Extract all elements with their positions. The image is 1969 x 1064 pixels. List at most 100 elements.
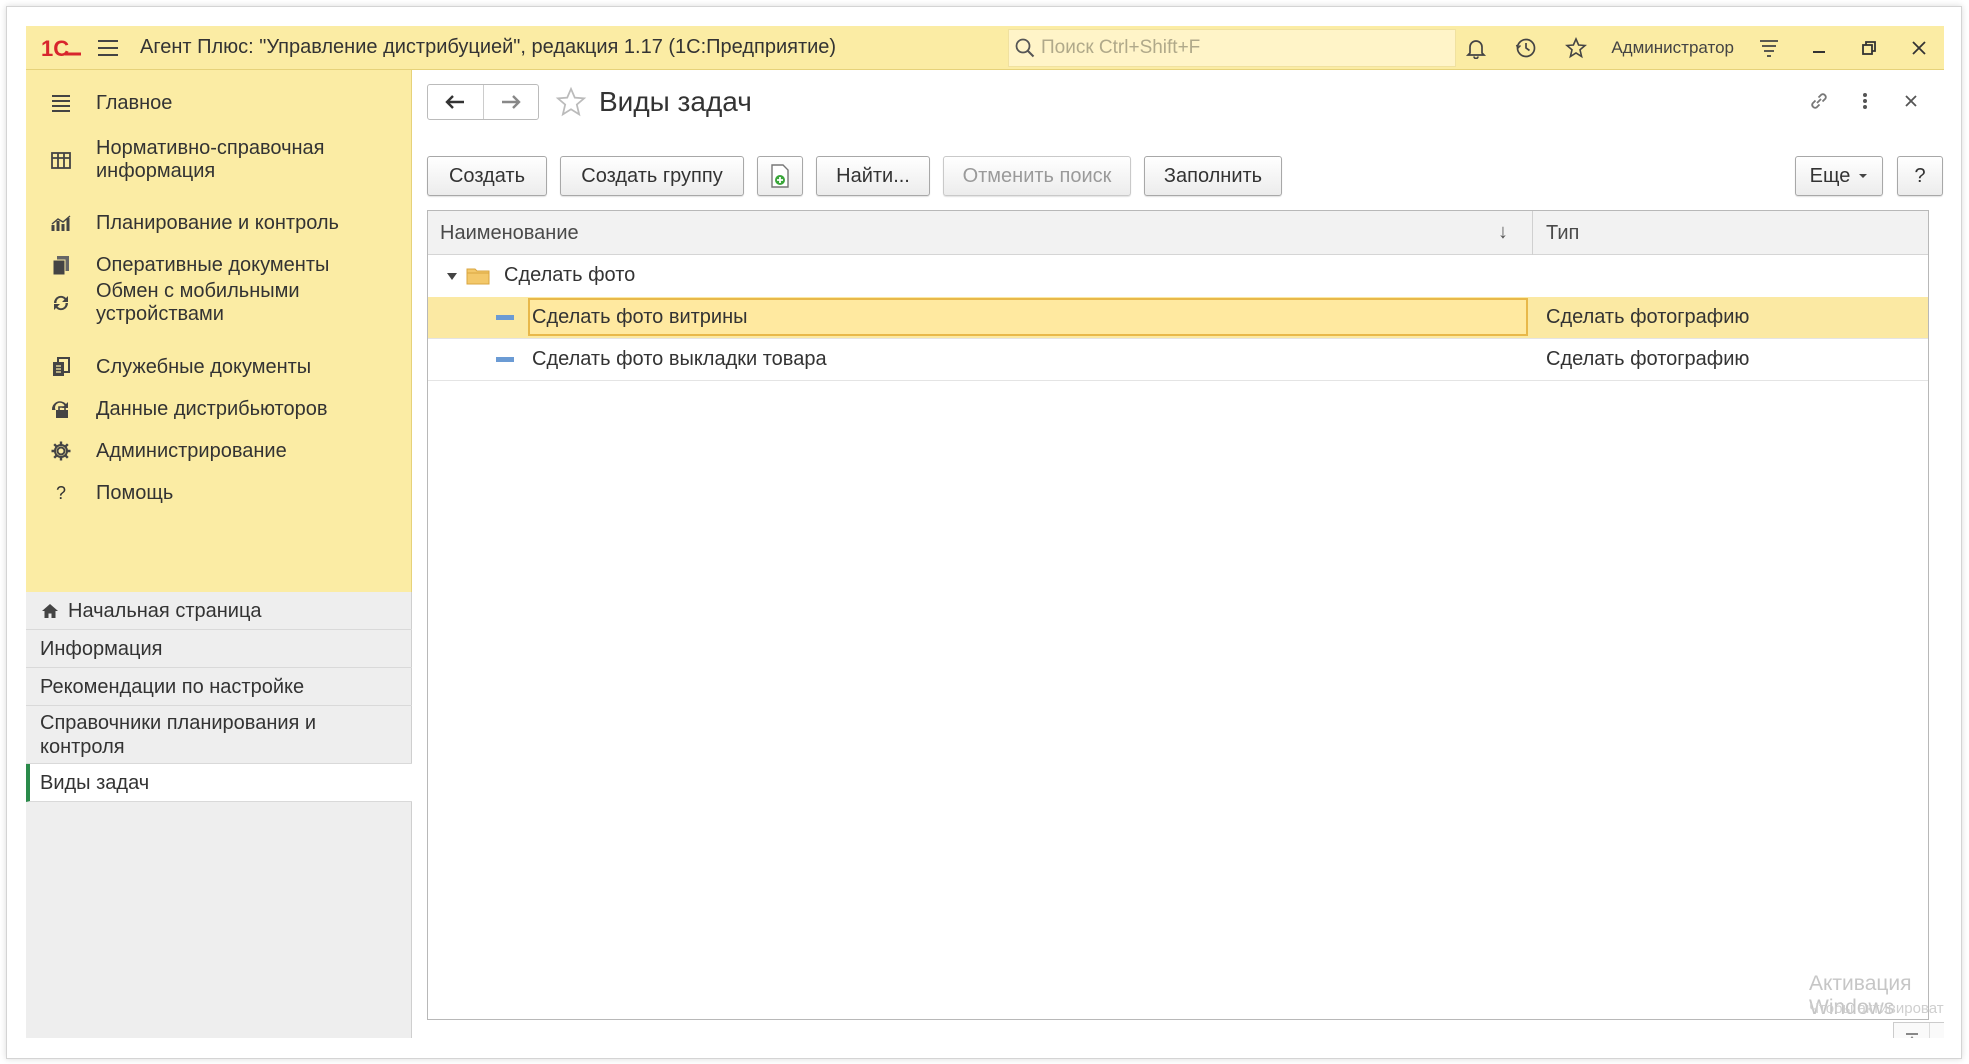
item-marker-icon	[496, 339, 518, 380]
bell-icon[interactable]	[1451, 26, 1501, 70]
gear-icon	[26, 440, 96, 462]
section-label: Помощь	[96, 481, 174, 504]
svg-text:?: ?	[56, 483, 66, 503]
column-name-header[interactable]: Наименование	[428, 211, 1528, 255]
section-label: Нормативно-справочная информация	[96, 137, 325, 182]
nav-information[interactable]: Информация	[26, 630, 412, 668]
fill-button[interactable]: Заполнить	[1144, 156, 1282, 196]
table-row[interactable]: Сделать фото выкладки товара Сделать фот…	[428, 339, 1928, 381]
help-button[interactable]: ?	[1897, 156, 1943, 196]
table-header: Наименование ↓ Тип	[428, 211, 1928, 255]
section-distributor-data[interactable]: Данные дистрибьюторов	[26, 386, 412, 432]
home-icon	[42, 603, 58, 618]
scroll-up-icon[interactable]	[1930, 1023, 1944, 1038]
app-window: 1С Агент Плюс: "Управление дистрибуцией"…	[26, 26, 1944, 1038]
section-service-docs[interactable]: Служебные документы	[26, 344, 412, 390]
find-button[interactable]: Найти...	[816, 156, 930, 196]
add-document-icon	[771, 164, 789, 188]
item-type-cell[interactable]: Сделать фотографию	[1546, 297, 1916, 338]
nav-task-types[interactable]: Виды задач	[26, 764, 412, 802]
windows-activation-hint: Чтобы активировать Windows, перейдите в …	[1809, 1000, 1944, 1017]
create-group-button[interactable]: Создать группу	[560, 156, 744, 196]
nav-label: Справочники планирования и контроля	[40, 711, 317, 758]
group-name: Сделать фото	[504, 264, 636, 286]
more-button[interactable]: Еще	[1795, 156, 1883, 196]
section-reference-info[interactable]: Нормативно-справочная информация	[26, 132, 412, 188]
section-label: Данные дистрибьюторов	[96, 397, 328, 420]
app-title: Агент Плюс: "Управление дистрибуцией", р…	[140, 36, 837, 58]
section-main[interactable]: Главное	[26, 80, 412, 126]
section-administration[interactable]: Администрирование	[26, 428, 412, 474]
create-button[interactable]: Создать	[427, 156, 547, 196]
main-menu-button[interactable]	[88, 26, 128, 70]
item-name-cell[interactable]: Сделать фото витрины	[528, 298, 1528, 336]
item-marker-icon	[496, 297, 518, 338]
section-label: Служебные документы	[96, 355, 312, 378]
nav-label: Информация	[40, 637, 163, 660]
task-types-table[interactable]: Наименование ↓ Тип Сделать фото Сделать …	[427, 210, 1929, 1020]
question-icon: ?	[26, 482, 96, 504]
restore-icon[interactable]	[1844, 26, 1894, 70]
arrow-right-icon	[501, 95, 521, 109]
form-actions	[1802, 84, 1928, 118]
page-title: Виды задач	[599, 86, 752, 117]
column-type-label: Тип	[1546, 221, 1580, 244]
table-row[interactable]: Сделать фото витрины Сделать фотографию	[428, 297, 1928, 339]
cancel-search-button[interactable]: Отменить поиск	[943, 156, 1131, 196]
form-area: Виды задач Создать Создать группу Найти.…	[413, 70, 1944, 1038]
history-nav	[427, 84, 539, 120]
arrow-left-icon	[445, 95, 465, 109]
link-icon[interactable]	[1802, 84, 1836, 118]
nav-home-page[interactable]: Начальная страница	[26, 592, 412, 630]
minimize-icon[interactable]	[1794, 26, 1844, 70]
section-planning[interactable]: Планирование и контроль	[26, 200, 412, 246]
section-label: Администрирование	[96, 439, 287, 462]
history-icon[interactable]	[1501, 26, 1551, 70]
star-icon[interactable]	[1551, 26, 1601, 70]
menu-lines-icon	[26, 93, 96, 113]
service-docs-icon	[26, 356, 96, 378]
section-label: Планирование и контроль	[96, 211, 339, 234]
documents-icon	[26, 254, 96, 276]
copy-item-button[interactable]	[757, 156, 803, 196]
1c-logo[interactable]: 1С	[36, 26, 88, 70]
distributor-icon	[26, 398, 96, 420]
nav-label: Рекомендации по настройке	[40, 675, 305, 698]
global-search[interactable]	[1008, 29, 1456, 67]
column-type-header[interactable]: Тип	[1534, 211, 1928, 255]
column-name-label: Наименование	[440, 221, 579, 244]
catalog-grid-icon	[26, 149, 96, 171]
sync-icon	[26, 292, 96, 314]
search-input[interactable]	[1041, 37, 1441, 59]
folder-icon	[466, 255, 494, 296]
nav-label: Виды задач	[40, 771, 150, 794]
nav-planning-catalogs[interactable]: Справочники планирования и контроля	[26, 706, 412, 764]
settings-lines-icon[interactable]	[1744, 26, 1794, 70]
table-row[interactable]: Сделать фото	[428, 255, 1928, 297]
open-windows-panel: Начальная страница Информация Рекомендац…	[26, 592, 412, 1038]
sections-panel: Главное Нормативно-справочная информация…	[26, 70, 412, 592]
sort-indicator: ↓	[1498, 221, 1508, 243]
section-mobile-exchange[interactable]: Обмен с мобильными устройствами	[26, 275, 412, 331]
user-name[interactable]: Администратор	[1601, 38, 1744, 58]
form-close-icon[interactable]	[1894, 84, 1928, 118]
bar-chart-icon	[26, 212, 96, 234]
nav-label: Начальная страница	[68, 599, 262, 622]
more-label: Еще	[1809, 164, 1851, 187]
scroll-top-icon[interactable]	[1894, 1023, 1930, 1038]
item-type-cell[interactable]: Сделать фотографию	[1546, 339, 1916, 380]
1c-logo-icon: 1С	[41, 36, 81, 60]
expand-triangle-icon[interactable]	[446, 255, 466, 296]
nav-setup-recommendations[interactable]: Рекомендации по настройке	[26, 668, 412, 706]
section-label: Оперативные документы	[96, 253, 330, 276]
item-name-cell[interactable]: Сделать фото выкладки товара	[532, 339, 1532, 380]
forward-button[interactable]	[484, 85, 539, 119]
close-icon[interactable]	[1894, 26, 1944, 70]
section-help[interactable]: ? Помощь	[26, 470, 412, 516]
chevron-down-icon	[1859, 174, 1868, 178]
title-bar: 1С Агент Плюс: "Управление дистрибуцией"…	[26, 26, 1944, 70]
back-button[interactable]	[428, 85, 484, 119]
favorite-star-icon[interactable]	[553, 84, 589, 120]
more-vertical-icon[interactable]	[1848, 84, 1882, 118]
section-label: Обмен с мобильными устройствами	[96, 280, 300, 325]
